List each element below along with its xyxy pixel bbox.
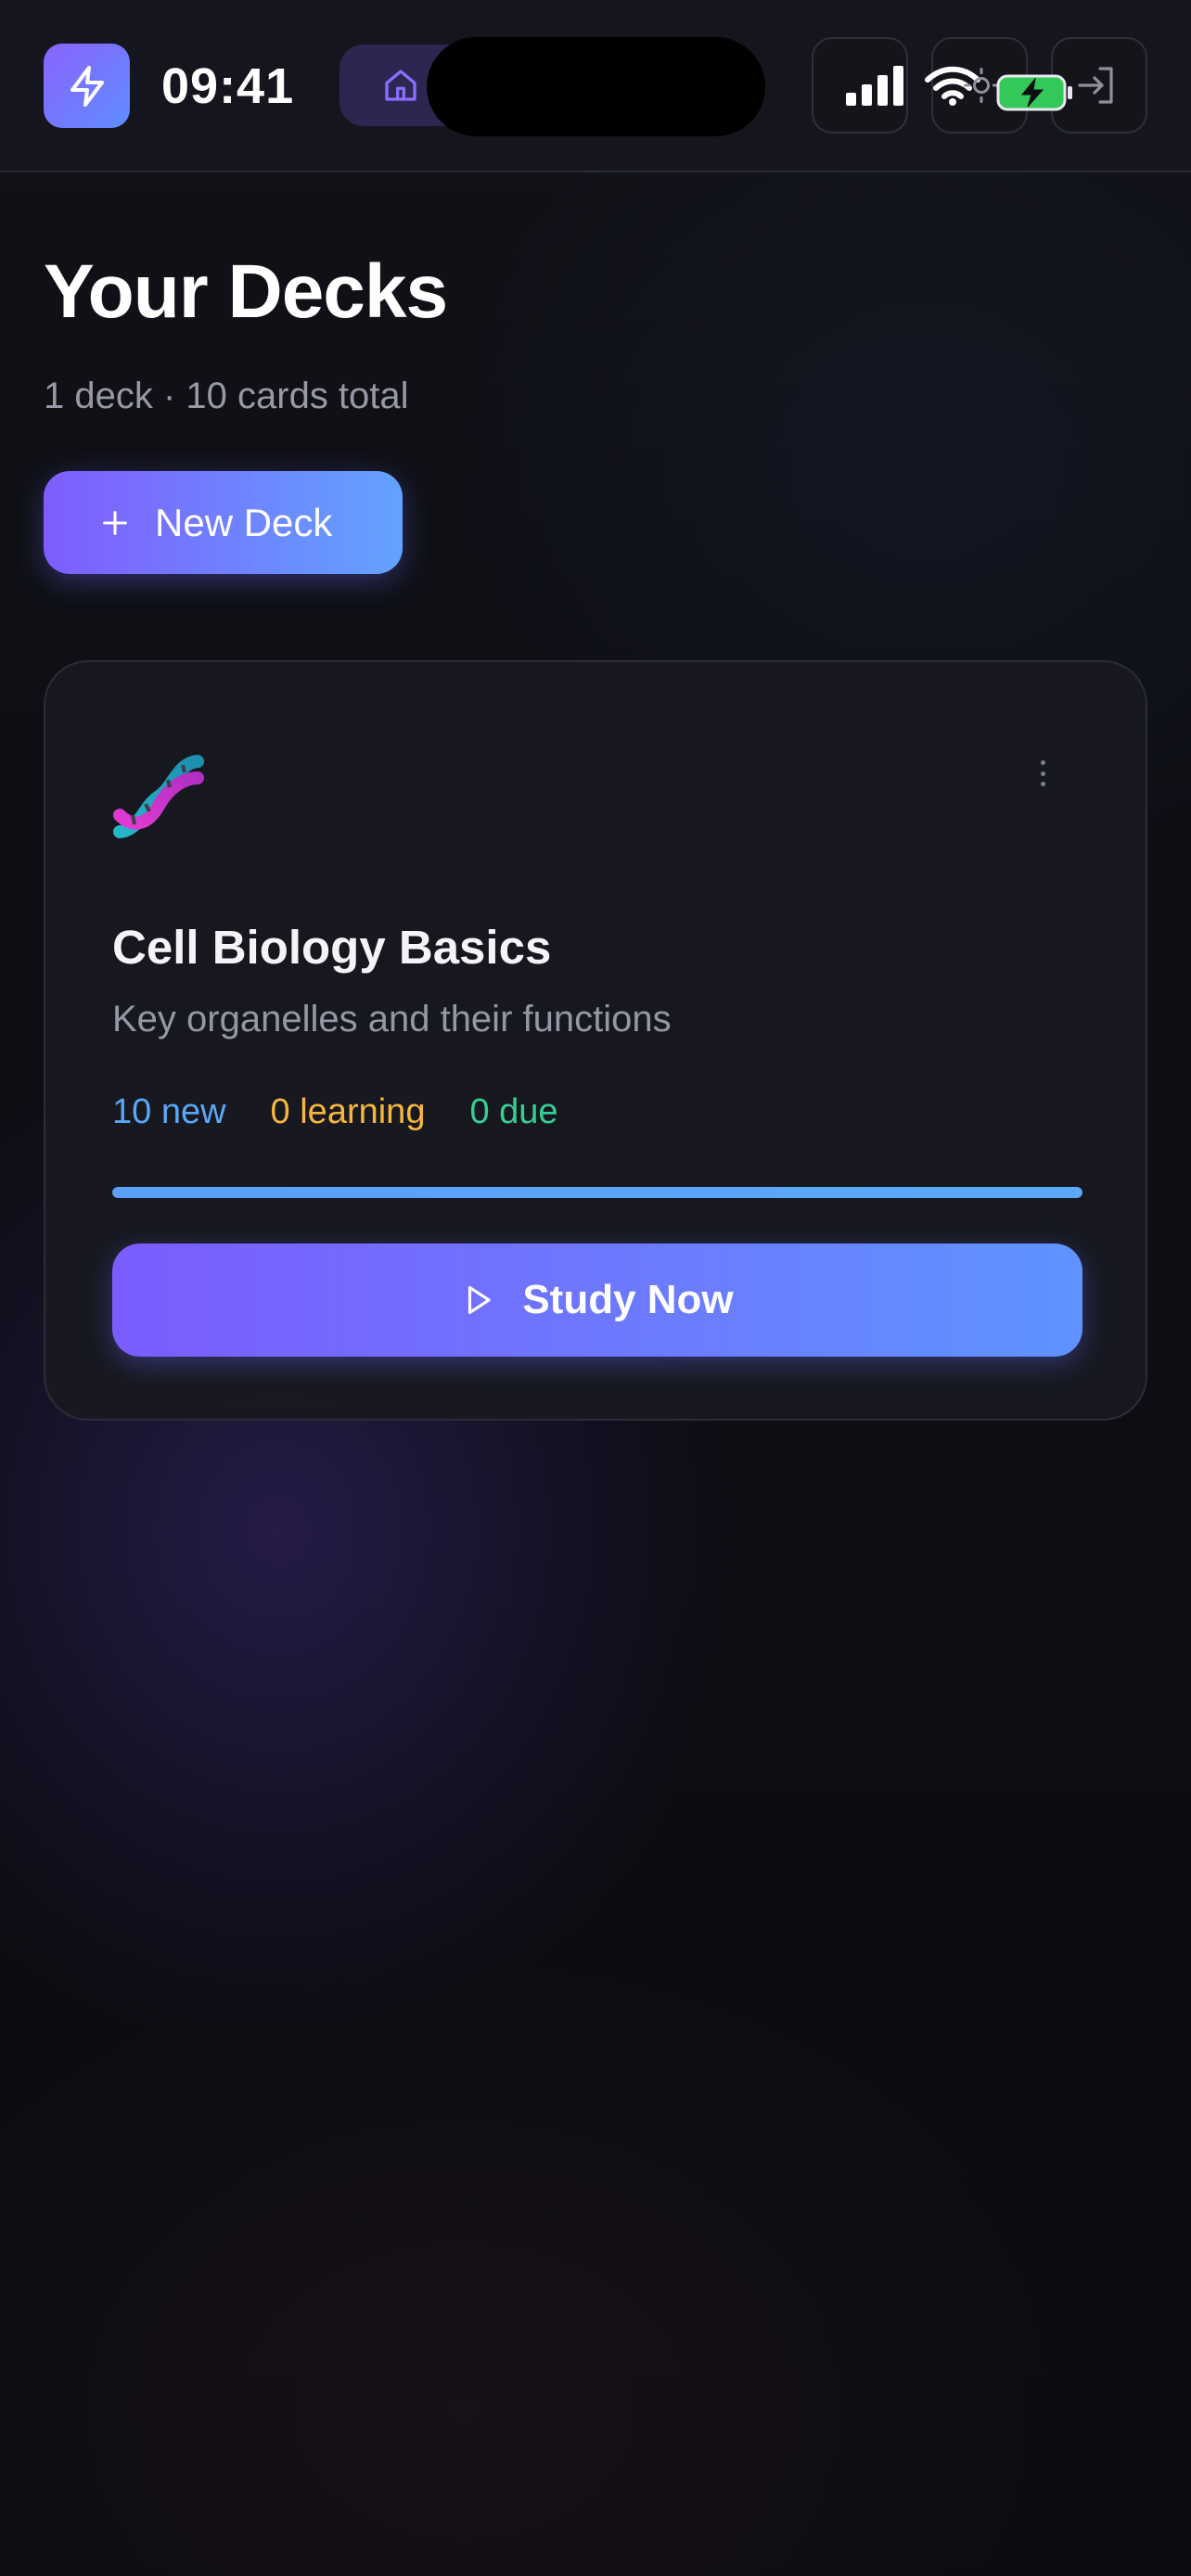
dna-icon bbox=[112, 750, 205, 843]
play-icon bbox=[461, 1282, 496, 1318]
learning-count: 0 learning bbox=[270, 1092, 426, 1131]
deck-name: Cell Biology Basics bbox=[112, 921, 552, 974]
more-vertical-icon bbox=[1040, 760, 1045, 765]
new-deck-label: New Deck bbox=[155, 500, 333, 544]
lightning-icon bbox=[70, 65, 104, 107]
deck-card[interactable]: Cell Biology Basics Key organelles and t… bbox=[44, 660, 1147, 1421]
sun-icon bbox=[963, 57, 1000, 113]
study-now-button[interactable]: Study Now bbox=[112, 1243, 1082, 1357]
cellular-signal-icon bbox=[844, 57, 905, 113]
deck-description: Key organelles and their functions bbox=[112, 999, 672, 1039]
app-logo[interactable] bbox=[44, 44, 130, 128]
study-now-label: Study Now bbox=[522, 1277, 734, 1322]
deck-menu-button[interactable] bbox=[1029, 755, 1057, 792]
battery-charging-icon bbox=[996, 65, 1074, 121]
clock: 09:41 bbox=[161, 58, 295, 114]
deck-progress-bar bbox=[112, 1187, 1082, 1198]
new-count: 10 new bbox=[112, 1092, 226, 1131]
page-title: Your Decks bbox=[44, 249, 448, 334]
sign-in-icon bbox=[1074, 57, 1119, 113]
dynamic-island bbox=[427, 37, 765, 136]
deck-stats: 10 new 0 learning 0 due bbox=[112, 1092, 558, 1132]
deck-summary: 1 deck · 10 cards total bbox=[44, 376, 409, 416]
home-icon bbox=[385, 70, 416, 101]
deck-progress-fill bbox=[112, 1187, 1082, 1198]
new-deck-button[interactable]: New Deck bbox=[44, 471, 403, 574]
plus-icon bbox=[99, 507, 131, 539]
due-count: 0 due bbox=[469, 1092, 558, 1131]
top-bar: 09:41 bbox=[0, 0, 1191, 172]
